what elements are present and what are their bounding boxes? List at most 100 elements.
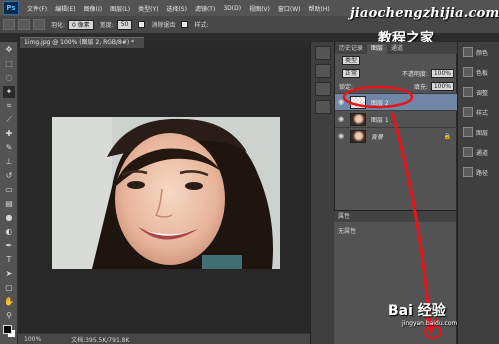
blend-row: 正常 不透明度: 100% (335, 67, 457, 80)
menu-view[interactable]: 视图(V) (249, 4, 270, 13)
watermark-url: jiaochengzhijia.com (350, 6, 499, 21)
shape-tool-icon[interactable]: ▢ (3, 282, 15, 294)
opacity-field[interactable]: 100% (430, 69, 454, 78)
blend-mode-select[interactable]: 正常 (342, 69, 361, 78)
move-tool-icon[interactable]: ✥ (3, 44, 15, 56)
feather-field[interactable]: 0 像素 (68, 19, 94, 30)
eye-icon[interactable]: ◉ (335, 98, 347, 106)
style-label: 样式: (194, 22, 209, 29)
menu-window[interactable]: 窗口(W) (278, 4, 301, 13)
tab-channels[interactable]: 通道 (387, 44, 407, 54)
layer-name: 图层 1 (371, 116, 389, 124)
dock-label: 图层 (476, 129, 489, 137)
menu-layer[interactable]: 图层(L) (110, 4, 130, 13)
document-size: 文档:395.5K/791.8K (71, 336, 130, 344)
lock-label: 锁定: (339, 84, 354, 91)
dock-styles[interactable]: 样式 (458, 102, 499, 122)
lock-icon: 🔒 (443, 132, 451, 140)
dodge-tool-icon[interactable]: ◐ (3, 226, 15, 238)
dock-label: 颜色 (476, 49, 489, 57)
paths-icon (463, 167, 473, 177)
antialias-checkbox[interactable] (138, 21, 146, 28)
eyedropper-tool-icon[interactable]: ⟋ (3, 114, 15, 126)
dock-channels[interactable]: 通道 (458, 142, 499, 162)
menu-select[interactable]: 选择(S) (166, 4, 187, 13)
antialias-label: 消除锯齿 (151, 22, 176, 29)
dock-label: 通道 (476, 149, 489, 157)
lock-row: 锁定: 填充: 100% (335, 80, 457, 93)
menu-filter[interactable]: 滤镜(T) (195, 4, 215, 13)
stamp-tool-icon[interactable]: ⊥ (3, 156, 15, 168)
layer-filter-select[interactable]: 类型 (342, 56, 361, 65)
styles-icon (463, 107, 473, 117)
width-field[interactable]: 50 (116, 19, 133, 30)
blur-tool-icon[interactable]: ● (3, 212, 15, 224)
menu-type[interactable]: 类型(Y) (138, 4, 158, 13)
color-icon (463, 47, 473, 57)
fill-field[interactable]: 100% (430, 82, 454, 91)
foreground-color-swatch[interactable] (3, 325, 12, 334)
layer-name: 图层 2 (371, 99, 389, 107)
dock-paths[interactable]: 路径 (458, 162, 499, 182)
eye-icon[interactable]: ◉ (335, 115, 347, 123)
brush-panel-icon[interactable] (315, 82, 331, 96)
layers-icon (463, 127, 473, 137)
eye-icon[interactable]: ◉ (335, 132, 347, 140)
layer-thumbnail (350, 95, 366, 109)
style-checkbox[interactable] (181, 21, 189, 28)
layer-name: 背景 (371, 133, 384, 141)
crop-tool-icon[interactable]: ⌗ (3, 100, 15, 112)
baidu-jingyan-logo: Bai 经验 (388, 303, 446, 319)
menu-edit[interactable]: 编辑(E) (55, 4, 75, 13)
zoom-level[interactable]: 100% (24, 336, 41, 343)
zoom-tool-icon[interactable]: ⚲ (3, 310, 15, 322)
dock-color[interactable]: 颜色 (458, 42, 499, 62)
status-bar: 100% 文档:395.5K/791.8K (18, 333, 310, 344)
marquee-tool-icon[interactable] (3, 19, 15, 30)
adjustments-icon (463, 87, 473, 97)
tab-history[interactable]: 历史记录 (335, 44, 367, 54)
tools-panel: ✥ ⬚ ◌ ✦ ⌗ ⟋ ✚ ✎ ⊥ ↺ ▭ ▤ ● ◐ ✒ T ➤ ▢ ✋ ⚲ (0, 42, 18, 344)
pen-tool-icon[interactable]: ✒ (3, 240, 15, 252)
new-selection-icon[interactable] (18, 19, 30, 30)
layer-thumbnail (350, 112, 366, 126)
history-panel-icon[interactable] (315, 46, 331, 60)
gradient-tool-icon[interactable]: ▤ (3, 198, 15, 210)
healing-tool-icon[interactable]: ✚ (3, 128, 15, 140)
properties-tab[interactable]: 属性 (334, 211, 456, 222)
path-select-icon[interactable]: ➤ (3, 268, 15, 280)
dock-label: 样式 (476, 109, 489, 117)
portrait-image (52, 117, 280, 269)
layer-row-background[interactable]: ◉ 背景 🔒 (335, 127, 457, 144)
menu-image[interactable]: 图像(I) (84, 4, 102, 13)
menu-help[interactable]: 帮助(H) (309, 4, 330, 13)
brush-tool-icon[interactable]: ✎ (3, 142, 15, 154)
canvas-photo[interactable] (52, 117, 280, 269)
info-panel-icon[interactable] (315, 100, 331, 114)
marquee-tool-icon[interactable]: ⬚ (3, 58, 15, 70)
hand-tool-icon[interactable]: ✋ (3, 296, 15, 308)
properties-text: 无属性 (338, 228, 357, 235)
layer-row-2[interactable]: ◉ 图层 2 (335, 93, 457, 110)
eraser-tool-icon[interactable]: ▭ (3, 184, 15, 196)
layer-thumbnail (350, 129, 366, 143)
fill-label: 填充: (413, 84, 428, 91)
history-brush-icon[interactable]: ↺ (3, 170, 15, 182)
channels-icon (463, 147, 473, 157)
menu-file[interactable]: 文件(F) (27, 4, 47, 13)
dock-layers[interactable]: 图层 (458, 122, 499, 142)
dock-adjustments[interactable]: 调整 (458, 82, 499, 102)
type-tool-icon[interactable]: T (3, 254, 15, 266)
lasso-tool-icon[interactable]: ◌ (3, 72, 15, 84)
layer-row-1[interactable]: ◉ 图层 1 (335, 110, 457, 127)
baidu-jingyan-url: jingyan.baidu.com (402, 320, 458, 327)
dock-swatches[interactable]: 色板 (458, 62, 499, 82)
menu-3d[interactable]: 3D(D) (223, 5, 241, 12)
tab-layers[interactable]: 图层 (367, 44, 388, 54)
magic-wand-tool-icon[interactable]: ✦ (3, 86, 15, 98)
actions-panel-icon[interactable] (315, 64, 331, 78)
dock-label: 色板 (476, 69, 489, 77)
layer-filter-row: 类型 (335, 54, 457, 67)
add-selection-icon[interactable] (33, 19, 45, 30)
document-tab[interactable]: 1img.jpg @ 100% (图层 2, RGB/8#) * (20, 37, 144, 48)
